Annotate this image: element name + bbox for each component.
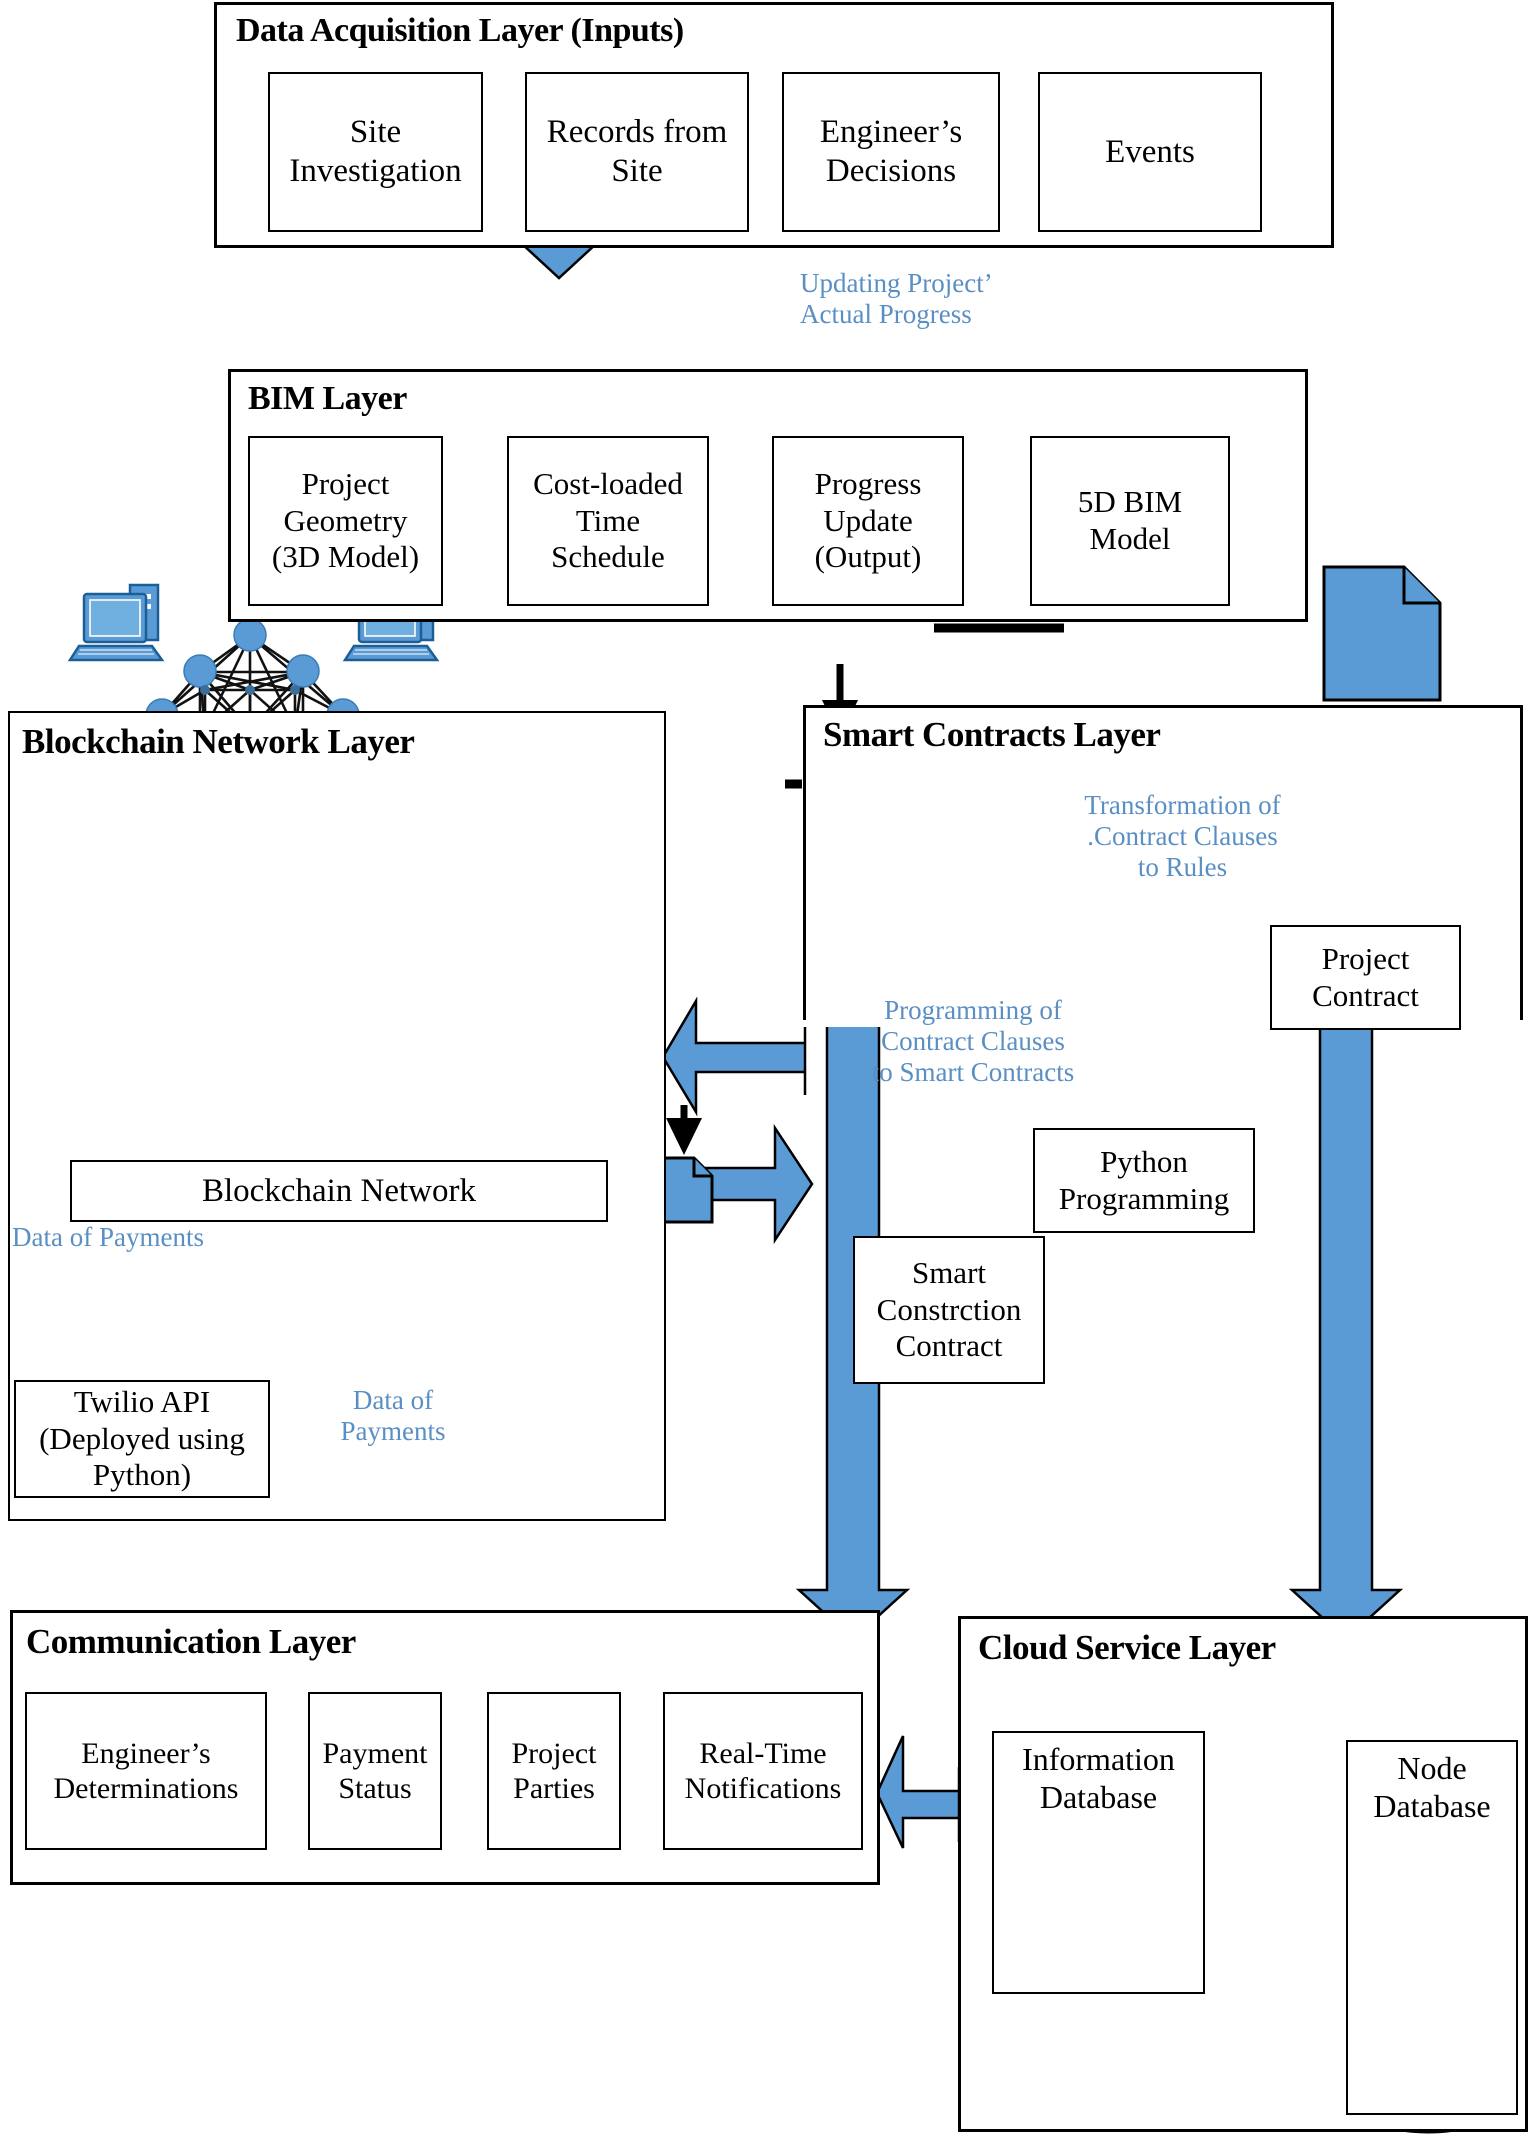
box-payment-status[interactable]: Payment Status	[308, 1692, 442, 1850]
box-project-geometry[interactable]: Project Geometry (3D Model)	[248, 436, 443, 606]
box-site-investigation[interactable]: Site Investigation	[268, 72, 483, 232]
arrow-cloud-to-communication	[875, 1735, 961, 1849]
architecture-diagram: < > < >	[0, 0, 1539, 2142]
arrow-blockchain-to-smart-contracts	[661, 1123, 814, 1245]
label-programming-of-contract-clauses: Programming of Contract Clauses to Smart…	[871, 995, 1075, 1088]
communication-layer-title: Communication Layer	[26, 1622, 356, 1661]
smart-contract-document-icon	[658, 1156, 714, 1224]
box-information-database[interactable]: Information Database	[992, 1731, 1205, 1994]
box-python-programming[interactable]: Python Programming	[1033, 1128, 1255, 1233]
box-node-database[interactable]: Node Database	[1346, 1740, 1518, 2115]
box-progress-update[interactable]: Progress Update (Output)	[772, 436, 964, 606]
box-blockchain-network[interactable]: Blockchain Network	[70, 1160, 608, 1222]
box-smart-construction-contract[interactable]: Smart Constrction Contract	[853, 1236, 1045, 1384]
arrow-python-doc-to-smart-contract-doc	[666, 1105, 702, 1155]
box-twilio-api[interactable]: Twilio API (Deployed using Python)	[14, 1380, 270, 1498]
box-project-parties[interactable]: Project Parties	[487, 1692, 621, 1850]
smart-contracts-layer-title: Smart Contracts Layer	[823, 715, 1161, 754]
label-updating-progress: Updating Project’ Actual Progress	[800, 268, 993, 330]
blockchain-network-layer-title: Blockchain Network Layer	[22, 722, 415, 761]
box-engineers-determinations[interactable]: Engineer’s Determinations	[25, 1692, 267, 1850]
label-data-of-payments-2: Data of Payments	[340, 1385, 446, 1447]
arrow-smart-contracts-to-cloud	[1288, 1022, 1404, 1641]
label-transformation-of-contract-clauses: Transformation of .Contract Clauses to R…	[1084, 790, 1281, 883]
bim-layer-title: BIM Layer	[248, 380, 407, 417]
cloud-service-layer-title: Cloud Service Layer	[978, 1628, 1276, 1667]
box-real-time-notifications[interactable]: Real-Time Notifications	[663, 1692, 863, 1850]
desktop-computer-icon-left	[67, 583, 165, 662]
box-records-from-site[interactable]: Records from Site	[525, 72, 749, 232]
arrow-smart-contracts-to-blockchain	[661, 996, 807, 1117]
data-acquisition-layer-title: Data Acquisition Layer (Inputs)	[236, 12, 684, 49]
project-contract-document-icon	[1322, 565, 1442, 702]
label-data-of-payments-1: Data of Payments	[12, 1222, 204, 1252]
box-engineers-decisions[interactable]: Engineer’s Decisions	[782, 72, 1000, 232]
box-5d-bim-model[interactable]: 5D BIM Model	[1030, 436, 1230, 606]
box-cost-loaded-schedule[interactable]: Cost-loaded Time Schedule	[507, 436, 709, 606]
box-project-contract[interactable]: Project Contract	[1270, 925, 1461, 1030]
box-events[interactable]: Events	[1038, 72, 1262, 232]
